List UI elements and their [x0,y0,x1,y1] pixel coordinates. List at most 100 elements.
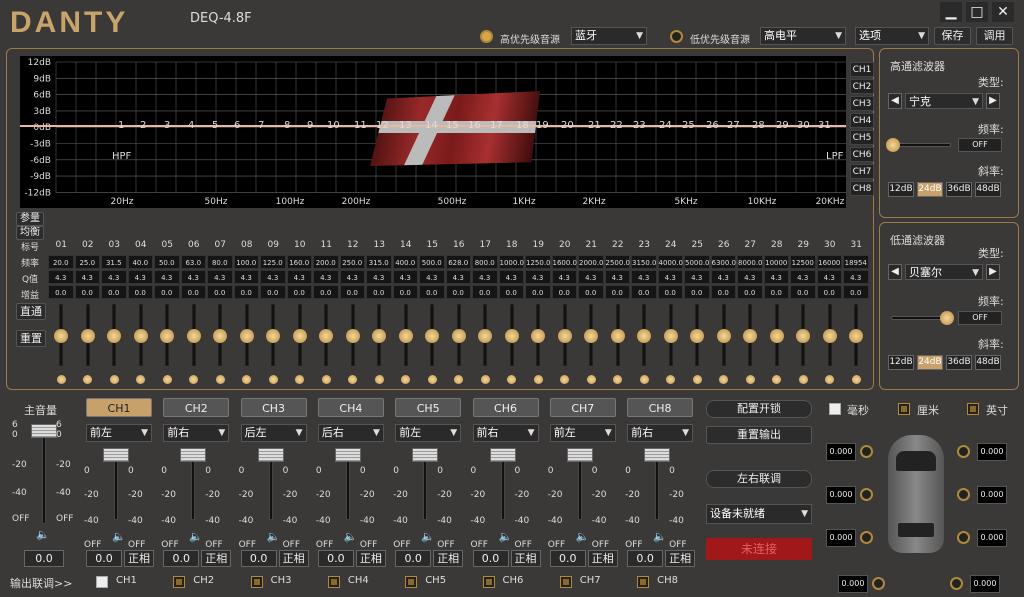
eq-slider[interactable] [101,302,128,387]
eq-slider[interactable] [446,302,473,387]
eq-gain-cell[interactable]: 0.0 [366,285,392,299]
eq-q-cell[interactable]: 4.3 [816,270,842,284]
save-button[interactable]: 保存 [934,27,971,45]
inch-checkbox[interactable] [967,403,979,415]
eq-freq-cell[interactable]: 400.0 [392,255,418,269]
lpf-marker[interactable]: LPF [826,151,843,162]
channel-phase-button[interactable]: 正相 [278,550,309,567]
eq-gain-cell[interactable]: 0.0 [472,285,498,299]
eq-q-cell[interactable]: 4.3 [525,270,551,284]
eq-slider[interactable] [631,302,658,387]
eq-gain-cell[interactable]: 0.0 [710,285,736,299]
eq-band-dot[interactable] [83,375,93,384]
eq-gain-cell[interactable]: 0.0 [816,285,842,299]
mute-icon[interactable]: 🔈 [36,528,50,541]
channel-gain-value[interactable]: 0.0 [240,550,277,567]
channel-tab-ch4[interactable]: CH4 [317,398,384,417]
eq-slider[interactable] [340,302,367,387]
eq-slider[interactable] [48,302,75,387]
eq-freq-cell[interactable]: 80.0 [207,255,233,269]
eq-gain-cell[interactable]: 0.0 [260,285,286,299]
eq-band-dot[interactable] [189,375,199,384]
channel-phase-button[interactable]: 正相 [510,550,541,567]
channel-position-select[interactable]: 后左 [240,424,307,442]
eq-freq-cell[interactable]: 3150.0 [631,255,657,269]
high-source-select[interactable]: 蓝牙 [571,27,647,45]
eq-band-dot[interactable] [692,375,702,384]
eq-gain-cell[interactable]: 0.0 [48,285,74,299]
delay-value[interactable]: 0.000 [838,575,868,593]
eq-q-cell[interactable]: 4.3 [339,270,365,284]
bypass-button[interactable]: 直通 [16,303,46,320]
band-marker[interactable]: 18 [516,120,529,131]
eq-q-cell[interactable]: 4.3 [101,270,127,284]
graph-channel-ch5[interactable]: CH5 [850,130,874,145]
eq-response-graph[interactable]: 12dB 9dB 6dB 3dB 0dB -3dB -6dB -9dB -12dB 20Hz 50H… [20,56,846,208]
eq-gain-cell[interactable]: 0.0 [604,285,630,299]
delay-knob-icon[interactable] [860,445,873,458]
channel-position-select[interactable]: 前右 [472,424,539,442]
eq-slider-knob[interactable] [319,329,334,343]
eq-q-cell[interactable]: 4.3 [472,270,498,284]
delay-value[interactable]: 0.000 [826,486,856,504]
eq-slider[interactable] [393,302,420,387]
eq-band-dot[interactable] [666,375,676,384]
channel-tab-ch1[interactable]: CH1 [86,398,152,417]
band-marker[interactable]: 5 [212,120,218,131]
eq-slider[interactable] [790,302,817,387]
fader-knob[interactable] [257,448,284,462]
eq-q-cell[interactable]: 4.3 [207,270,233,284]
eq-slider-knob[interactable] [584,329,599,343]
eq-slider[interactable] [154,302,181,387]
eq-q-cell[interactable]: 4.3 [737,270,763,284]
graph-channel-ch4[interactable]: CH4 [850,113,874,128]
band-marker[interactable]: 2 [140,120,146,131]
hpf-type-select[interactable]: 宁克 [905,93,983,110]
eq-freq-cell[interactable]: 6300.0 [710,255,736,269]
channel-gain-value[interactable]: 0.0 [395,550,432,567]
graph-channel-ch8[interactable]: CH8 [850,181,874,196]
param-eq-button[interactable]: 参量 [16,212,44,226]
options-menu[interactable]: 选项 [855,27,929,45]
eq-slider-knob[interactable] [80,329,95,343]
eq-q-cell[interactable]: 4.3 [763,270,789,284]
eq-freq-cell[interactable]: 125.0 [260,255,286,269]
eq-q-cell[interactable]: 4.3 [48,270,74,284]
eq-q-cell[interactable]: 4.3 [286,270,312,284]
fader-knob[interactable] [644,448,671,462]
maximize-icon[interactable]: □ [966,2,988,22]
eq-slider[interactable] [366,302,393,387]
band-marker[interactable]: 12 [376,120,389,131]
eq-gain-cell[interactable]: 0.0 [790,285,816,299]
eq-slider[interactable] [764,302,791,387]
channel-mute-icon[interactable]: 🔈 [576,530,590,543]
eq-band-dot[interactable] [586,375,596,384]
eq-q-cell[interactable]: 4.3 [657,270,683,284]
eq-gain-cell[interactable]: 0.0 [74,285,100,299]
band-marker[interactable]: 7 [258,120,264,131]
eq-slider[interactable] [817,302,844,387]
eq-band-dot[interactable] [109,375,119,384]
eq-slider[interactable] [843,302,870,387]
delay-knob-icon[interactable] [957,488,970,501]
channel-gain-value[interactable]: 0.0 [86,550,122,567]
lpf-slope-48db[interactable]: 48dB [975,355,1001,370]
eq-slider-knob[interactable] [213,329,228,343]
link-checkbox-ch4[interactable] [327,576,340,588]
eq-gain-cell[interactable]: 0.0 [154,285,180,299]
eq-band-dot[interactable] [348,375,358,384]
channel-mute-icon[interactable]: 🔈 [421,530,435,543]
eq-q-cell[interactable]: 4.3 [392,270,418,284]
channel-phase-button[interactable]: 正相 [665,550,696,567]
eq-q-cell[interactable]: 4.3 [419,270,445,284]
eq-band-dot[interactable] [851,375,861,384]
eq-band-dot[interactable] [533,375,543,384]
delay-knob-icon[interactable] [872,577,885,590]
eq-freq-cell[interactable]: 16000 [816,255,842,269]
eq-band-dot[interactable] [242,375,252,384]
eq-q-cell[interactable]: 4.3 [790,270,816,284]
channel-tab-ch5[interactable]: CH5 [395,398,462,417]
hpf-freq-slider[interactable] [891,143,951,147]
band-marker[interactable]: 29 [776,120,789,131]
channel-position-select[interactable]: 前左 [86,424,152,442]
